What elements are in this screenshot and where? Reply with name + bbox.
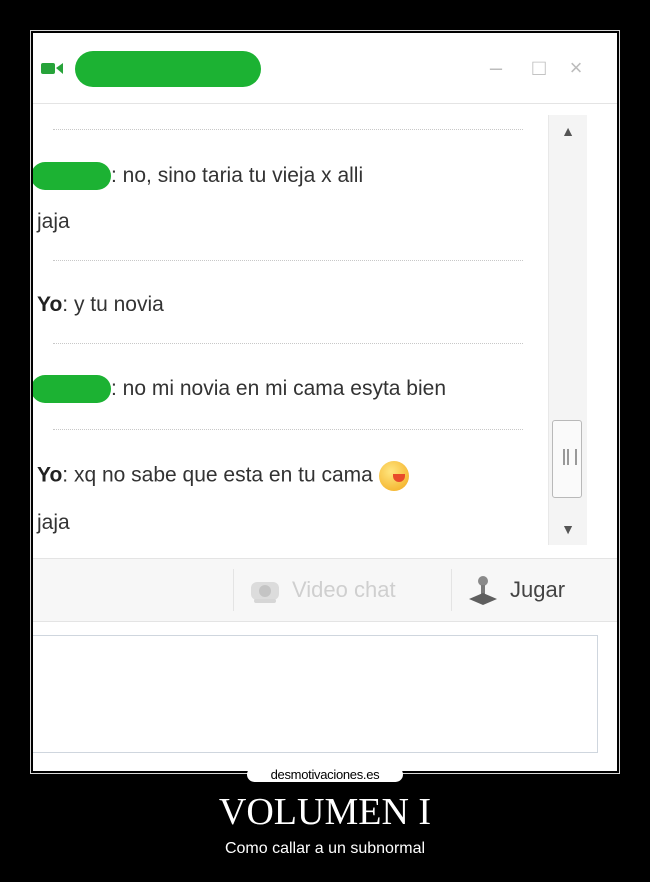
video-chat-label: Video chat	[292, 577, 396, 602]
minimize-button[interactable]: –	[483, 55, 509, 81]
message-text: : no mi novia en mi cama esyta bien	[111, 377, 446, 400]
video-chat-button[interactable]: Video chat	[233, 569, 448, 611]
message-4-continuation: jaja	[37, 511, 70, 534]
title-bar: – □ ×	[33, 33, 617, 104]
sender-redaction	[33, 162, 111, 191]
contact-name-redaction	[75, 51, 261, 87]
video-camera-icon	[41, 63, 63, 74]
message-text: : y tu novia	[62, 293, 164, 316]
chat-scrollbar[interactable]: ▲ ▼	[548, 115, 587, 545]
message-separator	[53, 343, 523, 344]
message-separator	[53, 129, 523, 130]
sender-name: Yo	[37, 463, 63, 487]
message-text: : xq no sabe que esta en tu cama	[62, 463, 373, 487]
sender-name: Yo	[37, 293, 63, 316]
message-1: : no, sino taria tu vieja x alli	[33, 162, 364, 191]
joystick-icon	[469, 576, 497, 605]
conversation-history: : no, sino taria tu vieja x alli jaja Yo…	[33, 115, 547, 555]
close-button[interactable]: ×	[563, 55, 589, 81]
grip-icon	[563, 449, 577, 465]
message-text: : no, sino taria tu vieja x alli	[111, 164, 364, 187]
message-separator	[53, 429, 523, 430]
tongue-out-emoji-icon	[378, 461, 409, 491]
poster-subtitle: Como callar a un subnormal	[224, 840, 426, 857]
play-games-button[interactable]: Jugar	[451, 569, 617, 611]
message-2: Yo: y tu novia	[37, 291, 164, 319]
maximize-button[interactable]: □	[526, 55, 552, 81]
message-input[interactable]	[33, 635, 598, 753]
message-1-continuation: jaja	[37, 210, 70, 233]
chat-window: – □ × : no, sino taria tu vieja x alli j…	[33, 33, 617, 771]
site-watermark: desmotivaciones.es	[247, 767, 403, 782]
webcam-icon	[251, 582, 279, 603]
poster-title: VOLUMEN I	[218, 791, 432, 833]
sender-redaction	[33, 375, 111, 404]
scroll-up-arrow-icon[interactable]: ▲	[549, 121, 587, 141]
message-4: Yo: xq no sabe que esta en tu cama	[37, 461, 409, 491]
message-separator	[53, 260, 523, 261]
scroll-down-arrow-icon[interactable]: ▼	[549, 519, 587, 539]
message-3: : no mi novia en mi cama esyta bien	[33, 375, 446, 404]
scroll-thumb[interactable]	[552, 420, 582, 498]
chat-toolbar: Video chat Jugar	[33, 558, 617, 622]
jugar-label: Jugar	[510, 577, 566, 602]
